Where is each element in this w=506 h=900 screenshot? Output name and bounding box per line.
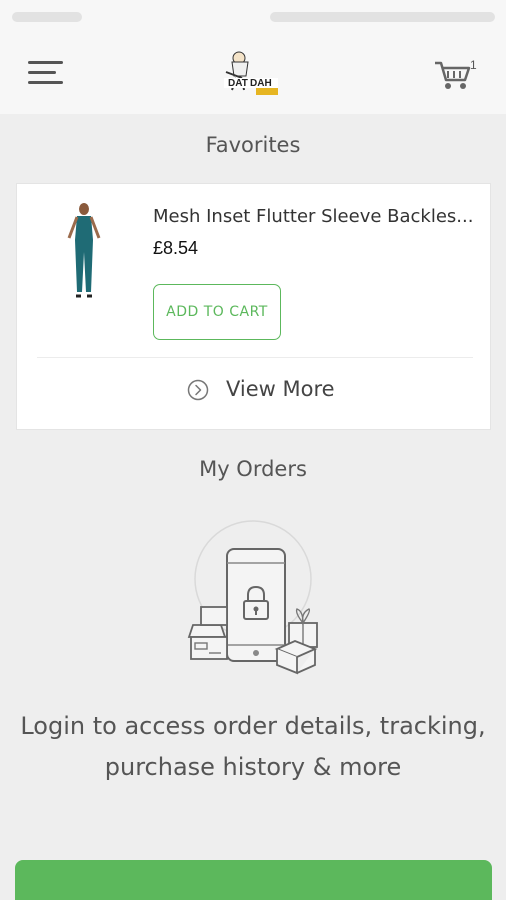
svg-text:DAT: DAT: [228, 78, 248, 89]
product-image[interactable]: [59, 200, 109, 304]
menu-button[interactable]: [24, 56, 68, 92]
status-bar: [0, 0, 506, 36]
favorite-product-card: Mesh Inset Flutter Sleeve Backles... £8.…: [16, 183, 491, 430]
svg-text:DAH: DAH: [250, 78, 272, 89]
favorites-title: Favorites: [205, 133, 301, 157]
card-divider: [37, 357, 473, 358]
login-message: Login to access order details, tracking,…: [20, 706, 486, 788]
app-bar: DAT DAH 1: [0, 36, 506, 114]
product-name[interactable]: Mesh Inset Flutter Sleeve Backles...: [153, 206, 473, 227]
product-price: £8.54: [153, 238, 199, 258]
locked-phone-with-packages-illustration: [187, 520, 318, 675]
view-more-label: View More: [226, 377, 335, 401]
brand-logo[interactable]: DAT DAH: [222, 48, 284, 96]
shopping-cart-icon: [435, 61, 471, 89]
login-button[interactable]: [15, 860, 492, 900]
chevron-right-circle-icon: [187, 379, 209, 401]
my-orders-title: My Orders: [199, 457, 307, 481]
login-message-line-1: Login to access order details, tracking,: [20, 712, 486, 740]
view-more-button[interactable]: View More: [17, 372, 492, 408]
login-message-line-2: purchase history & more: [104, 753, 402, 781]
cart-count-badge: 1: [470, 58, 477, 72]
add-to-cart-button[interactable]: ADD TO CART: [153, 284, 281, 340]
